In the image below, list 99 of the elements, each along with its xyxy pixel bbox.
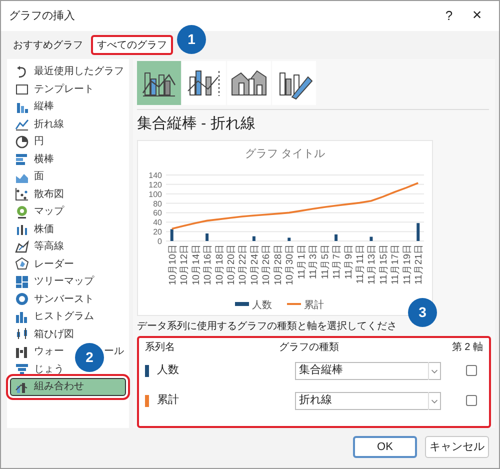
help-button[interactable]: ? [435,6,463,26]
sidebar-item[interactable]: 箱ひげ図 [10,326,126,343]
callout-badge: 1 [177,25,206,54]
category-label: 10月14日 [190,244,202,285]
sidebar-item[interactable]: ツリーマップ [10,273,126,290]
tick-label: 100 [148,189,162,198]
category-label: 11月3日 [308,244,320,279]
sidebar-item[interactable]: ヒストグラム [10,308,126,326]
category-label: 11月5日 [320,244,331,279]
funnel-icon [15,362,29,376]
waterfall-chart-icon [15,344,29,359]
category-label: 10月10日 [167,244,178,285]
chevron-down-icon [428,392,440,410]
chart-heading: 集合縦棒 - 折れ線 [137,114,256,134]
bar [370,236,373,240]
secondary-axis-checkbox[interactable] [466,365,477,376]
legend-label: 人数 [252,300,272,310]
category-label: 10月28日 [272,244,284,285]
column-header: グラフの種類 [279,340,340,355]
category-label: 11月21日 [414,244,425,284]
category-label: 11月11日 [355,244,366,284]
category-label: 10月30日 [284,244,296,285]
bar [170,228,174,240]
sunburst-icon [15,292,29,306]
category-label: 11月1日 [296,244,308,279]
category-label: 10月26日 [261,244,272,285]
series-name: 累計 [157,392,179,408]
tick-label: 60 [153,208,162,218]
undo-arrow-icon [15,64,29,79]
category-label: 11月7日 [332,244,343,279]
secondary-axis-checkbox[interactable] [466,395,477,406]
category-label: 11月15日 [378,244,390,284]
scatter-chart-icon [15,187,29,202]
column-header: 系列名 [145,340,176,355]
sidebar-item[interactable]: 横棒 [10,150,126,168]
ok-button[interactable]: OK [353,436,417,458]
sidebar-item[interactable]: 散布図 [10,186,126,203]
category-label: 10月18日 [214,244,226,285]
treemap-icon [15,274,29,289]
chart-subtype-button[interactable] [137,61,181,105]
histogram-icon [15,310,29,324]
sidebar-item[interactable]: 面 [10,168,126,186]
close-button[interactable]: × [463,4,491,28]
pie-chart-icon [15,134,29,149]
bar-chart-icon [15,152,29,166]
sidebar-item[interactable]: マップ [10,203,126,220]
category-label: 11月17日 [390,244,402,284]
category-label: 10月20日 [226,244,237,285]
radar-chart-icon [15,257,29,272]
sidebar-item-label[interactable]: ウォー [34,344,64,360]
sidebar-item[interactable]: 株価 [10,220,126,238]
category-label: 11月9日 [343,244,354,279]
bar [252,236,256,240]
category-label: 11月19日 [402,244,413,284]
box-plot-icon [15,327,29,342]
sidebar-item[interactable]: レーダー [10,256,126,273]
category-label: 10月16日 [202,244,214,285]
chart-type-dropdown[interactable]: 集合縦棒 [295,362,441,380]
legend-label: 累計 [304,300,324,310]
sidebar-item[interactable]: 最近使用したグラフ [10,63,126,80]
tab[interactable]: おすすめグラフ [7,35,89,55]
sidebar-item[interactable]: テンプレート [10,80,126,98]
bar [334,234,338,240]
cancel-button[interactable]: キャンセル [425,436,489,458]
rectangle-icon [15,82,29,96]
chart-subtype-button[interactable] [272,61,316,105]
line-chart-icon [15,117,29,132]
bar [416,222,420,240]
category-label: 11月13日 [366,244,378,284]
tick-label: 40 [153,218,162,227]
tick-label: 80 [153,198,162,208]
sidebar-item[interactable]: 等高線 [10,238,126,256]
window-title: グラフの挿入 [9,8,76,24]
surface-chart-icon [15,240,29,254]
series-name: 人数 [157,363,179,378]
tick-label: 20 [153,227,162,236]
sidebar-item[interactable]: 円 [10,133,126,150]
sidebar-item[interactable]: サンバースト [10,290,126,308]
chart-subtype-button[interactable] [182,61,226,105]
bar [288,237,291,240]
stock-chart-icon [15,222,29,236]
bar [206,232,209,240]
sidebar-item[interactable]: 縦棒 [10,98,126,116]
legend-swatch [235,302,249,306]
tab[interactable]: すべてのグラフ [91,35,173,55]
tick-label: 140 [148,170,162,180]
category-label: 10月12日 [179,244,190,285]
category-label: 10月24日 [249,244,260,285]
chart-title: グラフ タイトル [244,148,326,160]
category-label: 10月22日 [238,244,249,285]
sidebar-item-label[interactable]: ール [104,344,124,360]
tick-label: 120 [148,180,162,189]
instruction-text: データ系列に使用するグラフの種類と軸を選択してくださ [137,320,398,334]
tick-label: 0 [158,236,162,246]
chevron-down-icon [428,362,440,380]
chart-subtype-button[interactable] [227,61,271,105]
chart-type-dropdown[interactable]: 折れ線 [295,392,441,410]
column-header: 第 2 軸 [450,340,483,355]
sidebar-item[interactable]: 折れ線 [10,116,126,133]
